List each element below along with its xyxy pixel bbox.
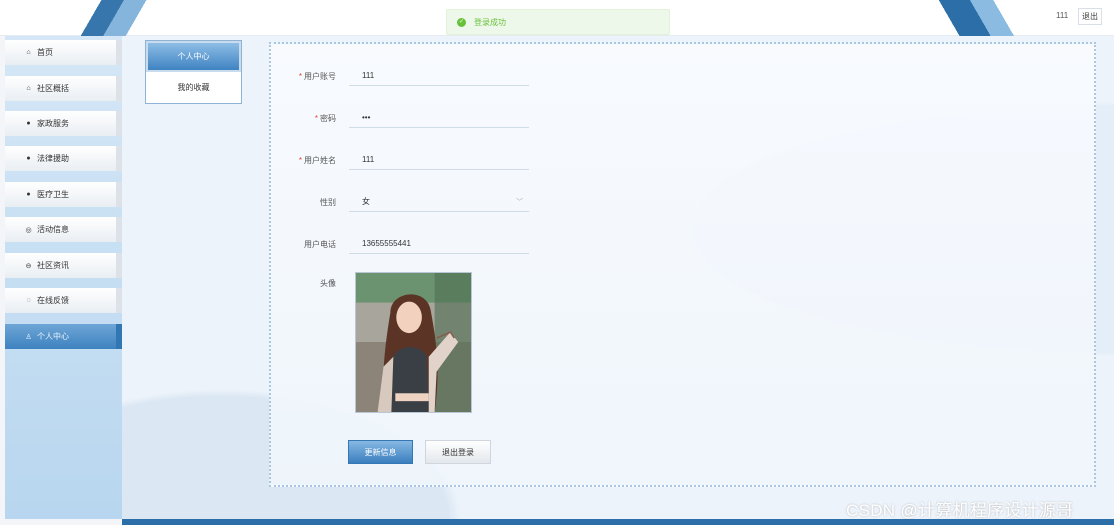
top-bar: ✓ 登录成功 111 退出 [0, 0, 1114, 36]
sidebar-item-label: 社区概括 [37, 84, 69, 93]
home-icon: ⌂ [26, 49, 31, 56]
house-icon: ⌂ [26, 85, 31, 92]
profile-form-panel: * 用户账号 111 * 密码 ••• * 用户姓名 111 性别 女 ﹀ 用户电话 … [269, 42, 1096, 487]
gender-label: 性别 [320, 197, 336, 207]
info-dot-icon: ● [26, 120, 31, 127]
form-row-name: * 用户姓名 111 [271, 150, 529, 170]
sidebar-item-label: 社区资讯 [37, 261, 69, 270]
sidebar-item-feedback[interactable]: ◌ 在线反馈 [5, 288, 122, 313]
avatar-label: 头像 [320, 279, 336, 288]
sidebar-item-label: 家政服务 [37, 119, 69, 128]
account-field[interactable]: 111 [349, 66, 529, 86]
update-info-button[interactable]: 更新信息 [348, 440, 413, 464]
sidebar-item-community-overview[interactable]: ⌂ 社区概括 [5, 76, 122, 101]
name-field[interactable]: 111 [349, 150, 529, 170]
gender-select[interactable]: 女 ﹀ [349, 192, 529, 212]
password-label: 密码 [320, 113, 336, 123]
help-dot-icon: ● [26, 155, 31, 162]
sidebar-item-medical[interactable]: ● 医疗卫生 [5, 182, 122, 207]
avatar-photo-illustration [356, 273, 471, 412]
avatar-image[interactable] [355, 272, 472, 413]
info-dot-icon: ● [26, 191, 31, 198]
header-logout-button[interactable]: 退出 [1078, 8, 1102, 25]
sidebar-item-activities[interactable]: ◎ 活动信息 [5, 217, 122, 242]
sidebar-item-label: 首页 [37, 48, 53, 57]
watermark: CSDN @计算机程序设计源哥 [846, 501, 1074, 520]
form-row-account: * 用户账号 111 [271, 66, 529, 86]
required-mark: * [298, 71, 302, 81]
header-decoration-left [62, 0, 182, 36]
sidebar-item-label: 个人中心 [37, 332, 69, 341]
gender-selected-value: 女 [362, 197, 370, 206]
phone-label: 用户电话 [304, 239, 336, 249]
sidebar-item-label: 医疗卫生 [37, 190, 69, 199]
user-icon: ♙ [25, 333, 32, 341]
sidebar-item-home[interactable]: ⌂ 首页 [5, 40, 122, 65]
form-row-gender: 性别 女 ﹀ [271, 192, 529, 212]
logout-button[interactable]: 退出登录 [425, 440, 491, 464]
circle-icon: ◎ [25, 226, 32, 234]
password-field[interactable]: ••• [349, 108, 529, 128]
required-mark: * [314, 113, 318, 123]
sub-tabs: 个人中心 我的收藏 [145, 40, 242, 104]
required-mark: * [298, 155, 302, 165]
current-username: 111 [1056, 11, 1069, 20]
sidebar-item-legal-aid[interactable]: ● 法律援助 [5, 146, 122, 171]
phone-field[interactable]: 13655555441 [349, 234, 529, 254]
sidebar-item-news[interactable]: ⊖ 社区资讯 [5, 253, 122, 278]
header-decoration-right [905, 0, 1040, 36]
name-label: 用户姓名 [304, 155, 336, 165]
sidebar-item-housekeeping[interactable]: ● 家政服务 [5, 111, 122, 136]
toast-text: 登录成功 [474, 17, 506, 27]
form-row-password: * 密码 ••• [271, 108, 529, 128]
circle-icon: ⊖ [25, 262, 32, 270]
sidebar-item-label: 在线反馈 [37, 296, 69, 305]
form-row-phone: 用户电话 13655555441 [271, 234, 529, 254]
tab-personal-center[interactable]: 个人中心 [146, 41, 241, 72]
check-circle-icon: ✓ [457, 17, 466, 27]
sidebar: ⌂ 首页 ⌂ 社区概括 ● 家政服务 ● 法律援助 ● 医疗卫生 ◎ 活动信息 … [5, 36, 122, 519]
feedback-icon: ◌ [26, 297, 31, 304]
success-toast: ✓ 登录成功 [446, 9, 670, 35]
sidebar-item-label: 法律援助 [37, 154, 69, 163]
sidebar-item-label: 活动信息 [37, 225, 69, 234]
sidebar-item-personal-center[interactable]: ♙ 个人中心 [5, 324, 122, 349]
account-label: 用户账号 [304, 71, 336, 81]
tab-my-favorites[interactable]: 我的收藏 [146, 72, 241, 103]
chevron-down-icon: ﹀ [516, 199, 523, 206]
